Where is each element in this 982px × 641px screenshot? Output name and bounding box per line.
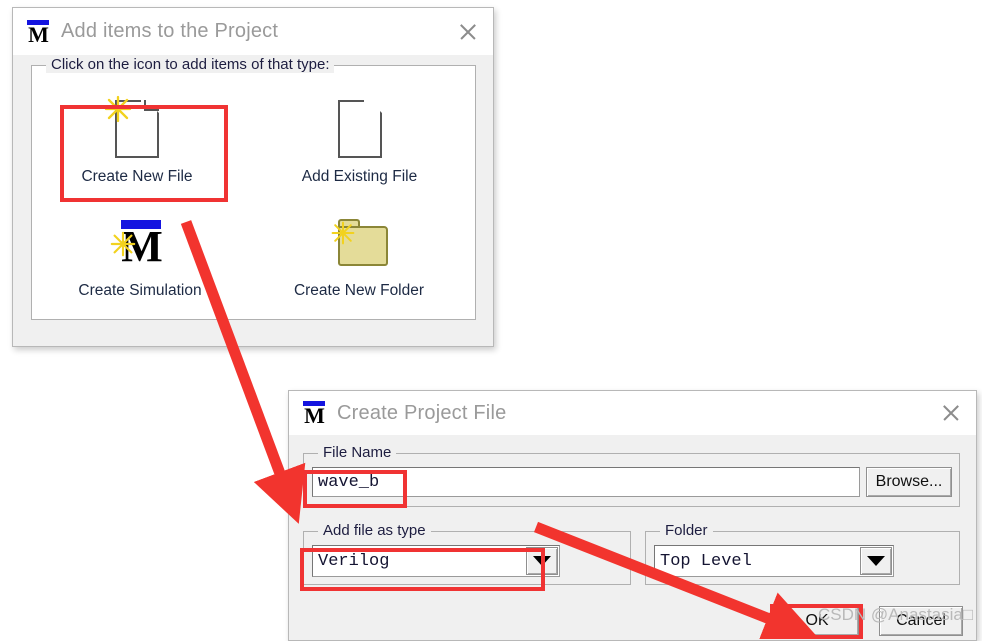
page-fold-icon	[141, 100, 159, 118]
dialog-create-project-file-titlebar: M Create Project File	[289, 391, 976, 435]
sparkle-icon	[330, 220, 356, 246]
folder-value: Top Level	[655, 552, 859, 571]
existing-file-icon	[330, 96, 390, 162]
sparkle-icon	[103, 94, 133, 124]
new-folder-icon	[328, 214, 390, 276]
add-item-create-new-folder[interactable]: Create New Folder	[284, 214, 434, 300]
dialog-add-items-titlebar: M Add items to the Project	[13, 8, 493, 55]
new-file-icon	[107, 96, 167, 162]
page-fold-icon	[364, 100, 382, 118]
close-icon[interactable]	[453, 17, 483, 47]
add-item-label: Create New File	[72, 168, 202, 186]
modelsim-m-logo-icon: M	[25, 18, 51, 46]
folder-groupbox: Folder Top Level	[645, 531, 960, 585]
csdn-watermark: CSDN @Anastasia□	[818, 605, 973, 625]
sparkle-icon	[109, 230, 137, 258]
add-item-create-simulation[interactable]: M Create Simulation	[70, 214, 210, 300]
add-items-groupbox-legend: Click on the icon to add items of that t…	[46, 56, 334, 73]
add-items-groupbox: Click on the icon to add items of that t…	[31, 65, 476, 320]
file-name-legend: File Name	[318, 444, 396, 461]
dialog-create-project-file: M Create Project File File Name wave_b B…	[288, 390, 977, 641]
browse-button[interactable]: Browse...	[866, 467, 952, 497]
add-item-add-existing-file[interactable]: Add Existing File	[287, 96, 432, 186]
add-file-as-type-select[interactable]: Verilog	[312, 545, 560, 577]
folder-legend: Folder	[660, 522, 713, 539]
file-name-groupbox: File Name wave_b Browse...	[303, 453, 960, 507]
add-item-create-new-file[interactable]: Create New File	[72, 96, 202, 186]
file-name-input[interactable]: wave_b	[312, 467, 860, 497]
add-file-as-type-groupbox: Add file as type Verilog	[303, 531, 631, 585]
add-item-label: Create New Folder	[284, 282, 434, 300]
dialog-add-items: M Add items to the Project Click on the …	[12, 7, 494, 347]
chevron-down-icon[interactable]	[526, 547, 558, 575]
add-file-as-type-value: Verilog	[313, 552, 525, 571]
close-icon[interactable]	[936, 398, 966, 428]
chevron-down-icon[interactable]	[860, 547, 892, 575]
add-item-label: Add Existing File	[287, 168, 432, 186]
dialog-create-project-file-title: Create Project File	[337, 402, 936, 425]
add-file-as-type-legend: Add file as type	[318, 522, 431, 539]
file-name-value: wave_b	[318, 473, 379, 492]
modelsim-m-logo-icon: M	[301, 399, 327, 427]
dialog-add-items-title: Add items to the Project	[61, 20, 453, 43]
folder-select[interactable]: Top Level	[654, 545, 894, 577]
add-item-label: Create Simulation	[70, 282, 210, 300]
create-simulation-icon: M	[109, 214, 171, 276]
